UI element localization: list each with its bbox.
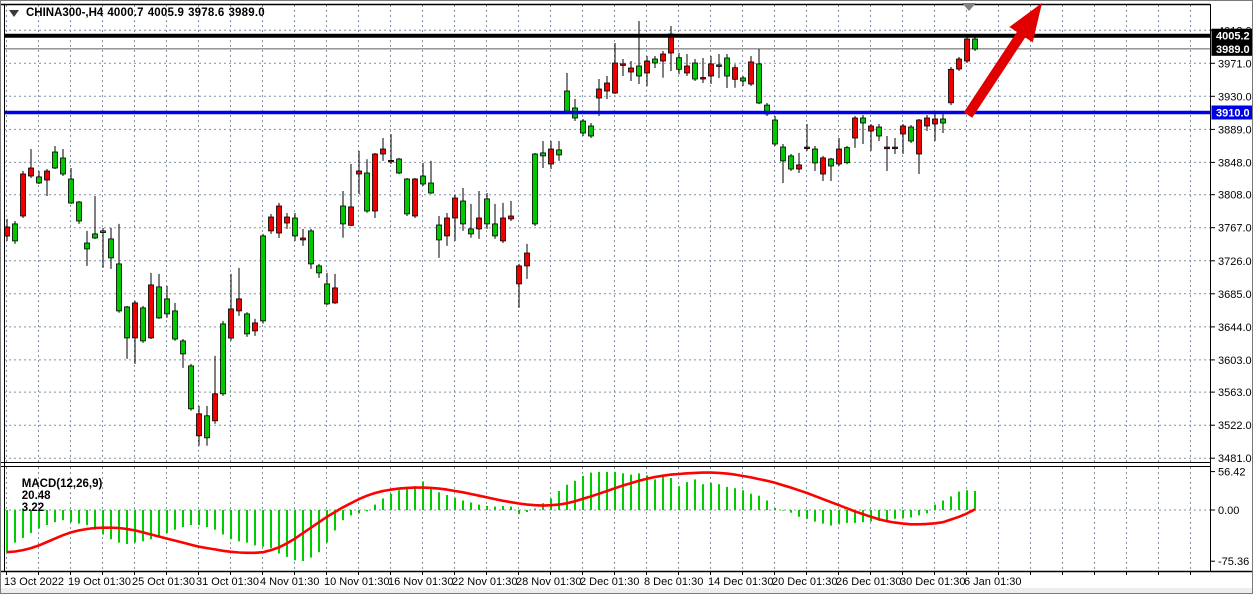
svg-text:8 Dec 01:30: 8 Dec 01:30: [644, 576, 703, 588]
chart-window: 4012.03971.03930.03889.03848.03808.03767…: [0, 0, 1253, 594]
quote-open: 4000.7: [107, 7, 143, 19]
svg-text:2 Dec 01:30: 2 Dec 01:30: [580, 576, 639, 588]
svg-text:3563.0: 3563.0: [1218, 387, 1252, 399]
svg-text:3522.0: 3522.0: [1218, 420, 1252, 432]
footer-strip: [1, 588, 1253, 594]
svg-text:14 Dec 01:30: 14 Dec 01:30: [708, 576, 773, 588]
quote-high: 4005.9: [148, 7, 184, 19]
svg-text:30 Dec 01:30: 30 Dec 01:30: [900, 576, 965, 588]
quote-bar: CHINA300-,H4 4000.7 4005.9 3978.6 3989.0: [9, 7, 265, 19]
svg-text:4 Nov 01:30: 4 Nov 01:30: [260, 576, 319, 588]
chart-background: [1, 1, 1253, 594]
quote-low: 3978.6: [188, 7, 224, 19]
chart-canvas[interactable]: 4012.03971.03930.03889.03848.03808.03767…: [1, 1, 1253, 594]
quote-close: 3989.0: [228, 7, 264, 19]
macd-value: 20.48: [22, 490, 51, 502]
svg-text:3726.0: 3726.0: [1218, 256, 1252, 268]
svg-text:31 Oct 01:30: 31 Oct 01:30: [196, 576, 259, 588]
svg-text:25 Oct 01:30: 25 Oct 01:30: [132, 576, 195, 588]
svg-text:26 Dec 01:30: 26 Dec 01:30: [836, 576, 901, 588]
svg-text:22 Nov 01:30: 22 Nov 01:30: [452, 576, 517, 588]
svg-text:-75.36: -75.36: [1218, 556, 1249, 568]
svg-text:3989.0: 3989.0: [1216, 44, 1250, 56]
svg-text:13 Oct 2022: 13 Oct 2022: [4, 576, 64, 588]
svg-text:3767.0: 3767.0: [1218, 223, 1252, 235]
svg-text:3848.0: 3848.0: [1218, 157, 1252, 169]
svg-text:3808.0: 3808.0: [1218, 190, 1252, 202]
svg-text:3910.0: 3910.0: [1216, 108, 1250, 120]
macd-signal-value: 3.22: [22, 502, 44, 514]
svg-text:3644.0: 3644.0: [1218, 322, 1252, 334]
svg-text:28 Nov 01:30: 28 Nov 01:30: [516, 576, 581, 588]
svg-text:3481.0: 3481.0: [1218, 453, 1252, 465]
macd-label: MACD(12,26,9): [22, 478, 103, 490]
svg-text:4005.2: 4005.2: [1216, 31, 1250, 43]
svg-text:0.00: 0.00: [1218, 505, 1239, 517]
svg-text:6 Jan 01:30: 6 Jan 01:30: [964, 576, 1022, 588]
svg-text:56.42: 56.42: [1218, 467, 1246, 479]
svg-text:16 Nov 01:30: 16 Nov 01:30: [388, 576, 453, 588]
svg-text:19 Oct 01:30: 19 Oct 01:30: [68, 576, 131, 588]
symbol-dropdown-icon: [9, 10, 19, 17]
svg-text:3971.0: 3971.0: [1218, 58, 1252, 70]
svg-text:20 Dec 01:30: 20 Dec 01:30: [772, 576, 837, 588]
svg-text:3889.0: 3889.0: [1218, 124, 1252, 136]
svg-text:3603.0: 3603.0: [1218, 355, 1252, 367]
svg-text:3685.0: 3685.0: [1218, 289, 1252, 301]
macd-caption: MACD(12,26,9) 20.48 3.22: [9, 466, 102, 526]
svg-text:10 Nov 01:30: 10 Nov 01:30: [324, 576, 389, 588]
symbol-timeframe: CHINA300-,H4: [26, 7, 103, 19]
svg-text:3930.0: 3930.0: [1218, 91, 1252, 103]
